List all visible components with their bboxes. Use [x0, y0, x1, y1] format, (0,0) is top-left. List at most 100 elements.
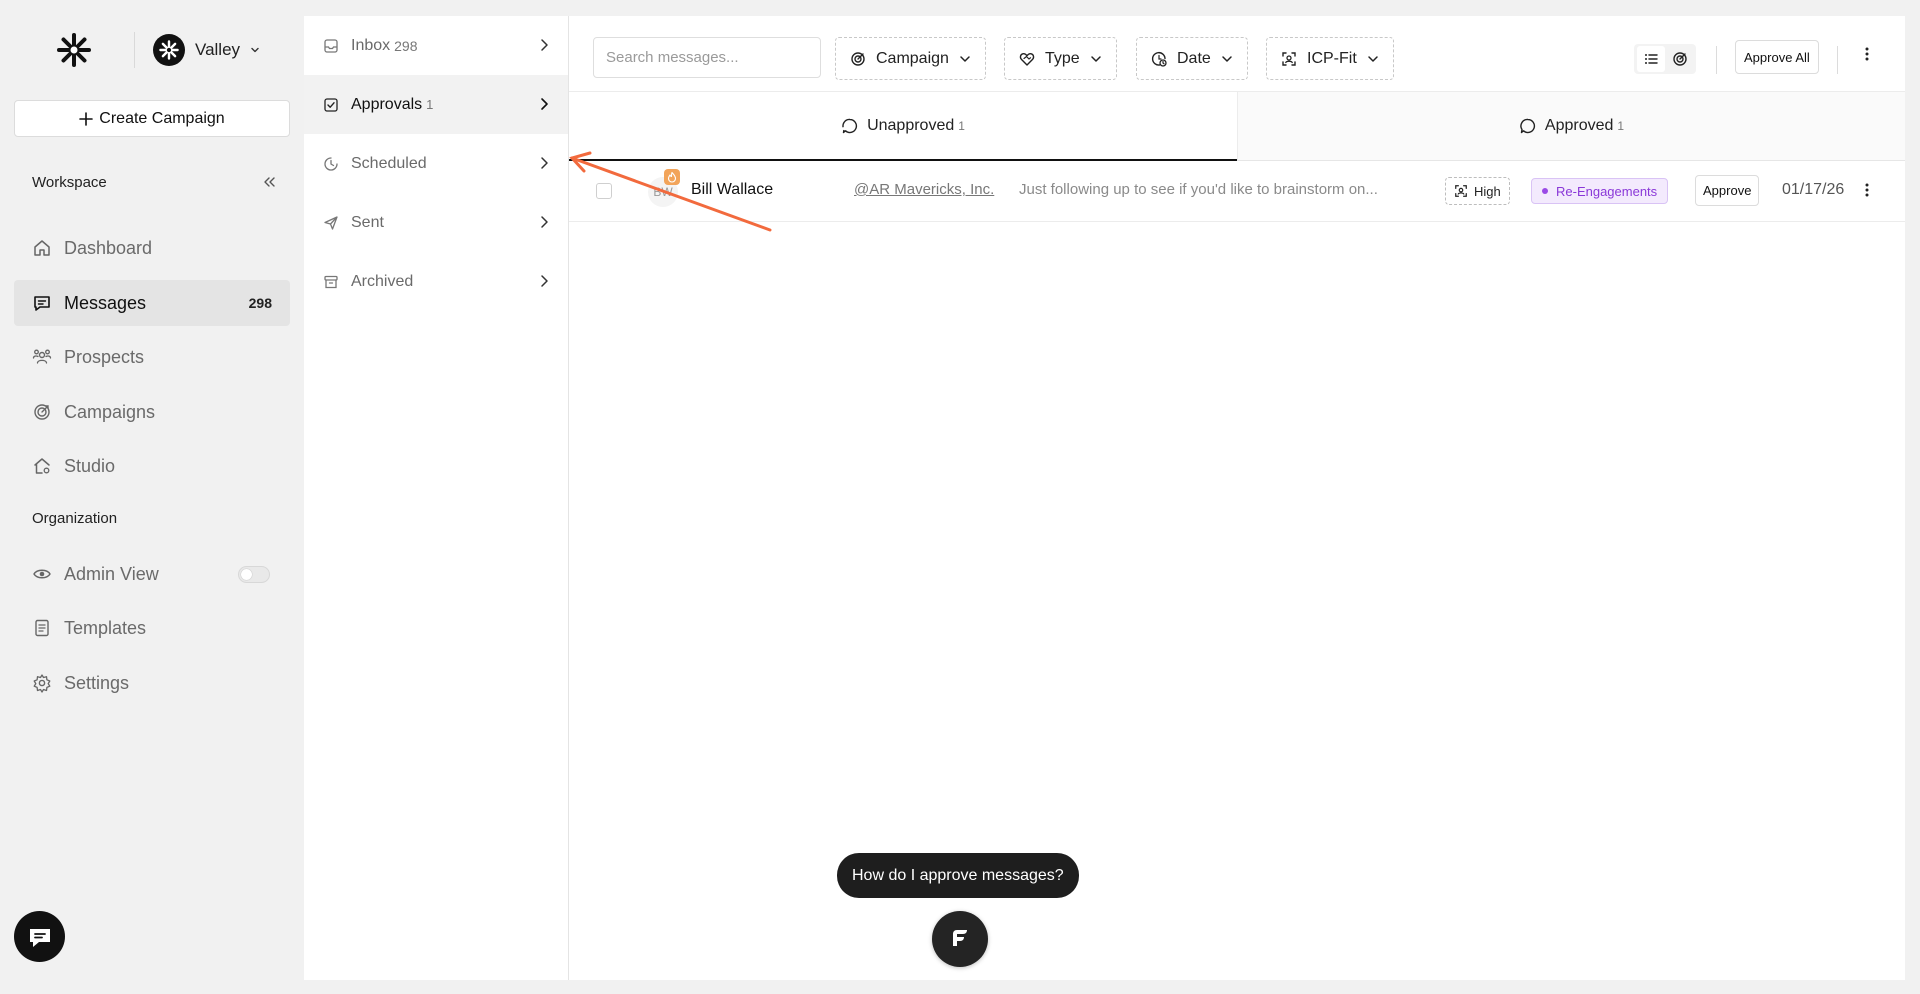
filter-type[interactable]: Type [1004, 37, 1117, 80]
chevron-down-icon [1367, 53, 1379, 65]
folder-archived[interactable]: Archived [304, 252, 568, 311]
more-vertical-icon[interactable] [1859, 182, 1875, 198]
nav-campaigns[interactable]: Campaigns [14, 389, 290, 435]
nav-settings-label: Settings [64, 672, 130, 693]
chevron-right-icon [538, 215, 550, 229]
sidebar: Valley Create Campaign Workspace Dashboa… [0, 0, 302, 994]
assistant-button[interactable] [932, 911, 988, 967]
campaign-badge[interactable]: Re-Engagements [1531, 178, 1669, 204]
message-circle-icon [1519, 117, 1537, 135]
toolbar-divider [1837, 46, 1838, 74]
filter-icp-fit-label: ICP-Fit [1307, 49, 1357, 67]
nav-dashboard-label: Dashboard [64, 237, 153, 258]
approve-button[interactable]: Approve [1695, 175, 1760, 206]
messages-count-badge: 298 [248, 295, 272, 311]
nav-prospects-label: Prospects [64, 346, 145, 367]
tab-approved-count: 1 [1617, 119, 1625, 133]
nav-admin-view[interactable]: Admin View [14, 551, 290, 597]
filter-campaign-label: Campaign [876, 49, 949, 67]
tab-unapproved-label: Unapproved [867, 116, 955, 134]
chevron-right-icon [538, 274, 550, 288]
folder-approvals-label: Approvals [351, 95, 423, 113]
workspace-name: Valley [195, 40, 241, 59]
nav-studio-label: Studio [64, 455, 116, 476]
campaign-badge-label: Re-Engagements [1556, 183, 1658, 199]
nav-messages[interactable]: Messages 298 [14, 280, 290, 326]
nav-prospects[interactable]: Prospects [14, 334, 290, 380]
workspace-switcher[interactable]: Valley [153, 34, 260, 66]
message-row[interactable]: BW Bill Wallace @AR Mavericks, Inc. Just… [569, 160, 1905, 222]
calendar-clock-icon [1151, 51, 1167, 67]
folder-sent[interactable]: Sent [304, 193, 568, 252]
chevron-down-icon [1090, 53, 1102, 65]
admin-view-toggle[interactable] [238, 565, 270, 583]
workspace-section-label: Workspace [32, 174, 107, 191]
brand-row: Valley [14, 22, 290, 78]
flame-icon [664, 169, 680, 185]
clock-icon [323, 156, 339, 172]
folder-sent-label: Sent [351, 213, 384, 231]
avatar: BW [648, 169, 680, 207]
folder-scheduled-label: Scheduled [351, 154, 427, 172]
target-icon [850, 51, 866, 67]
create-campaign-button[interactable]: Create Campaign [14, 100, 290, 137]
check-square-icon [323, 97, 339, 113]
filter-icp-fit[interactable]: ICP-Fit [1266, 37, 1394, 80]
folder-inbox-count: 298 [394, 37, 418, 54]
gear-icon [32, 673, 52, 693]
icp-fit-label: High [1474, 183, 1501, 199]
folder-approvals[interactable]: Approvals 1 [304, 75, 568, 134]
message-snippet[interactable]: Just following up to see if you'd like t… [1019, 181, 1379, 198]
message-folders-panel: Inbox 298 Approvals 1 Scheduled Sent Arc… [304, 16, 569, 980]
filter-date[interactable]: Date [1136, 37, 1248, 80]
filter-campaign[interactable]: Campaign [835, 37, 986, 80]
message-date: 01/17/26 [1782, 181, 1845, 198]
filter-date-label: Date [1177, 49, 1211, 67]
tab-approved[interactable]: Approved 1 [1237, 92, 1905, 161]
search-input[interactable] [593, 37, 821, 78]
list-view-icon[interactable] [1636, 46, 1665, 72]
campaign-view-icon[interactable] [1666, 46, 1694, 72]
app-logo-icon[interactable] [14, 32, 134, 68]
folder-scheduled[interactable]: Scheduled [304, 134, 568, 193]
campaign-dot-icon [1542, 188, 1548, 194]
nav-admin-view-label: Admin View [64, 563, 159, 584]
heart-handshake-icon [1019, 51, 1035, 67]
folder-inbox[interactable]: Inbox 298 [304, 16, 568, 75]
assistant-logo-icon [947, 926, 973, 952]
prospect-name[interactable]: Bill Wallace [691, 181, 773, 199]
chevron-right-icon [538, 97, 550, 111]
tab-unapproved[interactable]: Unapproved 1 [569, 92, 1237, 161]
nav-studio[interactable]: Studio [14, 443, 290, 489]
document-icon [32, 618, 52, 638]
company-link[interactable]: @AR Mavericks, Inc. [854, 181, 994, 198]
plus-icon [79, 111, 94, 126]
chevron-down-icon [959, 53, 971, 65]
nav-settings[interactable]: Settings [14, 660, 290, 706]
approval-tabs: Unapproved 1 Approved 1 [569, 91, 1905, 161]
collapse-sidebar-icon[interactable] [262, 175, 276, 189]
folder-archived-label: Archived [351, 272, 414, 290]
messages-main-panel: Campaign Type Date [569, 16, 1905, 980]
home-icon [32, 238, 52, 258]
filter-type-label: Type [1045, 49, 1080, 67]
chevron-right-icon [538, 38, 550, 52]
tab-approved-label: Approved [1544, 117, 1614, 134]
inbox-icon [323, 38, 339, 54]
more-vertical-icon[interactable] [1859, 46, 1875, 62]
approve-all-button[interactable]: Approve All [1735, 40, 1819, 74]
icp-fit-badge: High [1445, 177, 1510, 205]
nav-dashboard[interactable]: Dashboard [14, 225, 290, 271]
assistant-hint-bubble[interactable]: How do I approve messages? [837, 853, 1079, 898]
support-chat-button[interactable] [14, 911, 65, 962]
users-icon [32, 347, 52, 367]
row-checkbox[interactable] [596, 183, 612, 199]
folder-inbox-label: Inbox [351, 36, 391, 54]
message-icon [32, 293, 52, 313]
nav-templates[interactable]: Templates [14, 605, 290, 651]
message-toolbar: Campaign Type Date [569, 16, 1905, 91]
chat-bubble-icon [26, 923, 54, 951]
archive-icon [323, 274, 339, 290]
toolbar-divider [1716, 46, 1717, 74]
tab-unapproved-count: 1 [958, 118, 965, 133]
